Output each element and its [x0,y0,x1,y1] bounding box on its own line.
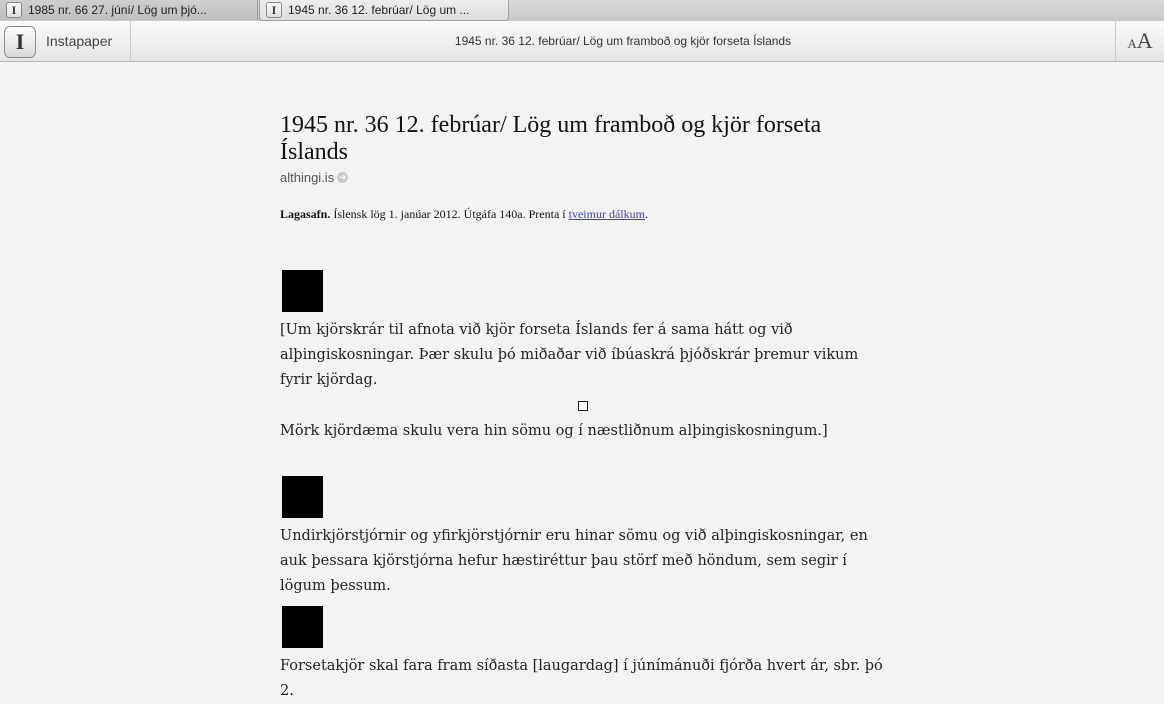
paragraph: Forsetakjör skal fara fram síðasta [laug… [280,658,883,699]
tab-1985-law[interactable]: I 1985 nr. 66 27. júní/ Lög um þjó... [0,0,258,20]
law-meta: Lagasafn. Íslensk lög 1. janúar 2012. Út… [280,207,890,222]
instapaper-logo-icon[interactable]: I [4,26,36,58]
article-source[interactable]: althingi.is ➜ [280,170,890,185]
tab-label: 1945 nr. 36 12. febrúar/ Lög um ... [288,3,470,17]
tab-label: 1985 nr. 66 27. júní/ Lög um þjó... [28,3,207,17]
font-large-icon: A [1136,28,1153,53]
source-link[interactable]: althingi.is [280,170,334,185]
black-image-block [282,606,323,648]
page-title-bar: 1945 nr. 36 12. febrúar/ Lög um framboð … [454,34,792,48]
paragraph: Mörk kjördæma skulu vera hin sömu og í n… [280,423,828,439]
meta-bold: Lagasafn. [280,207,331,221]
toolbar: I Instapaper 1945 nr. 36 12. febrúar/ Lö… [0,21,1164,62]
article-title: 1945 nr. 36 12. febrúar/ Lög um framboð … [280,112,822,165]
app-name[interactable]: Instapaper [46,33,112,49]
tab-strip: I 1985 nr. 66 27. júní/ Lög um þjó... I … [0,0,1164,22]
font-small-icon: A [1127,36,1137,51]
arrow-right-icon[interactable]: ➜ [337,172,349,183]
meta-text: Íslensk lög 1. janúar 2012. Útgáfa 140a.… [330,207,569,221]
two-columns-link[interactable]: tveimur dálkum [569,207,645,221]
small-box-icon [578,401,588,411]
paragraph: Undirkjörstjórnir og yfirkjörstjórnir er… [280,528,868,594]
font-size-button[interactable]: AA [1116,21,1164,61]
black-image-block [282,476,323,518]
instapaper-tab-icon: I [266,2,282,18]
instapaper-tab-icon: I [6,2,22,18]
black-image-block [282,270,323,312]
tab-1945-law[interactable]: I 1945 nr. 36 12. febrúar/ Lög um ... [259,0,509,21]
meta-end: . [644,207,648,221]
paragraph: [Um kjörskrár til afnota við kjör forset… [280,322,859,388]
article: 1945 nr. 36 12. febrúar/ Lög um framboð … [280,112,890,222]
